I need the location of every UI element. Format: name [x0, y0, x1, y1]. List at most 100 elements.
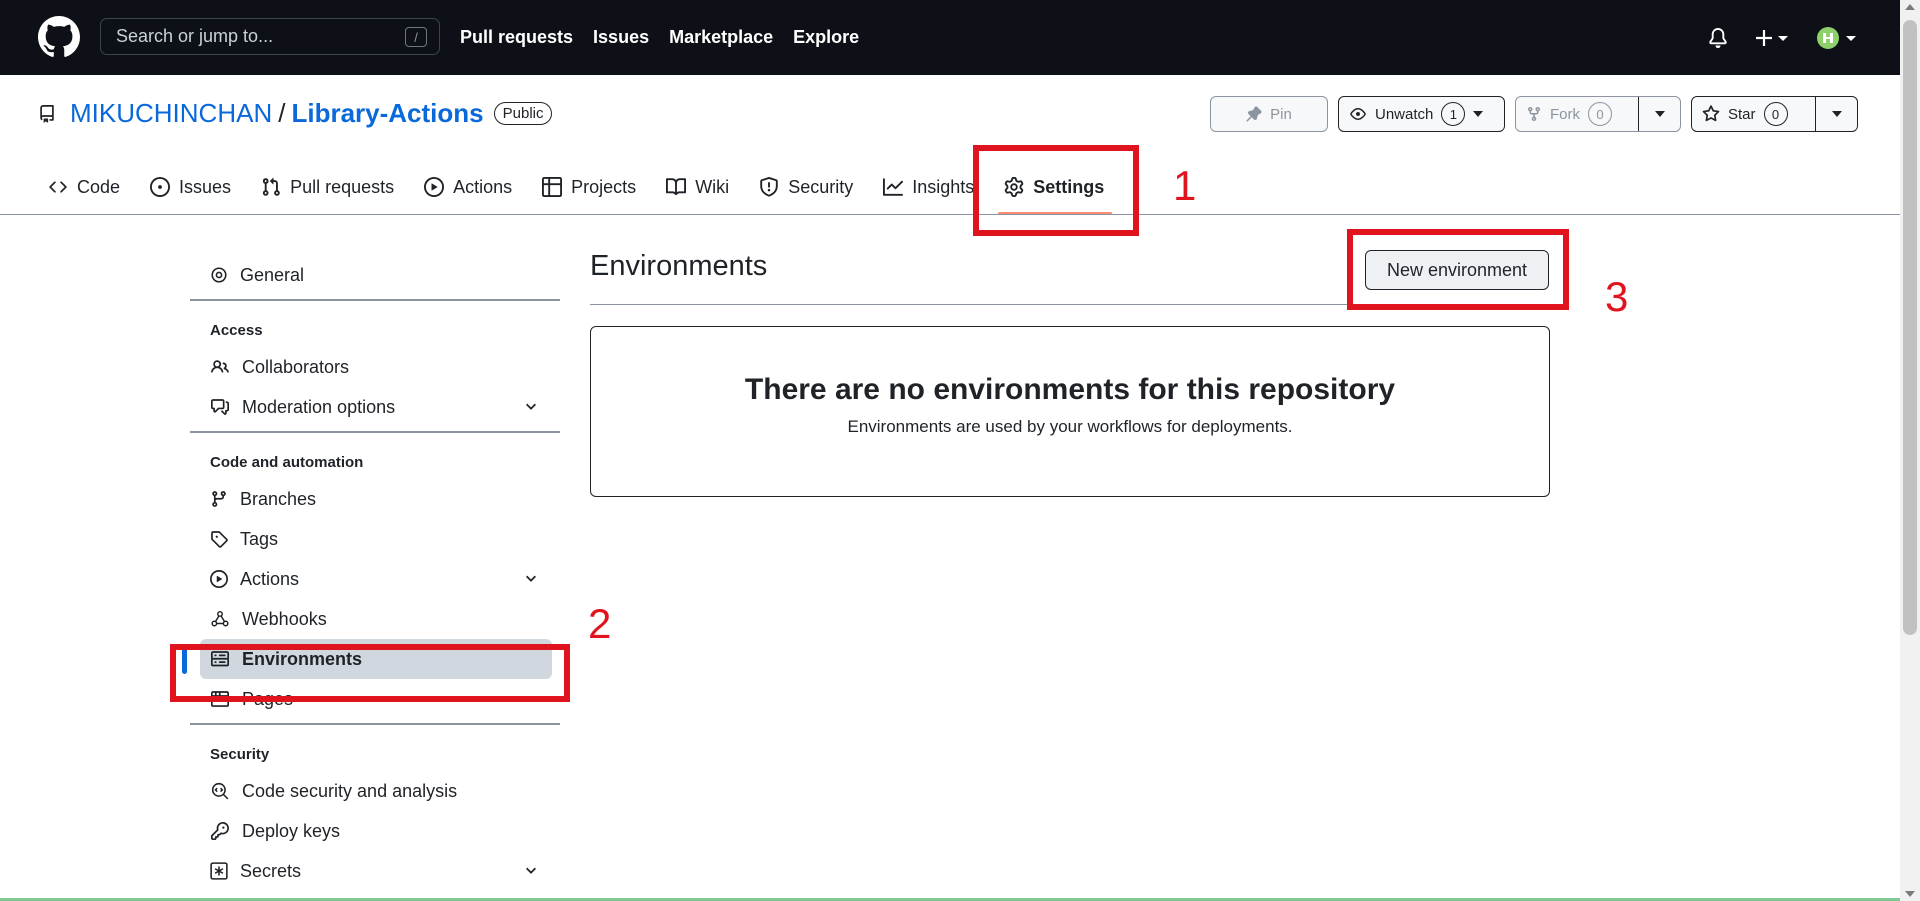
pin-label: Pin: [1270, 105, 1292, 123]
unwatch-button[interactable]: Unwatch 1: [1339, 97, 1504, 131]
sidebar-item-general[interactable]: General: [190, 255, 560, 295]
chevron-down-icon: [526, 403, 536, 410]
tab-code[interactable]: Code: [48, 162, 120, 212]
table-icon: [542, 177, 563, 197]
sidebar-item-tags[interactable]: Tags: [190, 519, 560, 559]
tab-security-label: Security: [788, 176, 854, 197]
page-title: Environments: [590, 250, 768, 282]
code-icon: [49, 181, 67, 193]
empty-state: There are no environments for this repos…: [590, 326, 1550, 497]
star-button-group: Star 0: [1691, 96, 1858, 132]
key-icon: [211, 822, 229, 840]
scroll-down-arrow-icon[interactable]: [1905, 891, 1915, 897]
repo-name-link[interactable]: Library-Actions: [291, 98, 483, 129]
annotation-box-new-environment: [1347, 229, 1569, 310]
webhook-icon: [211, 610, 229, 627]
comment-discussion-icon: [211, 399, 229, 415]
nav-pull-requests[interactable]: Pull requests: [460, 27, 573, 48]
tab-pull-requests[interactable]: Pull requests: [261, 162, 394, 212]
sidebar-divider: [190, 299, 560, 301]
nav-issues[interactable]: Issues: [593, 27, 649, 48]
asterisk-icon: [210, 862, 228, 880]
fork-label: Fork: [1550, 105, 1580, 123]
sidebar-item-deploy-keys[interactable]: Deploy keys: [190, 811, 560, 851]
sidebar-heading-code-automation: Code and automation: [210, 453, 364, 471]
watch-button-group: Unwatch 1: [1338, 96, 1505, 132]
play-icon: [210, 570, 228, 588]
tab-code-label: Code: [77, 176, 121, 197]
repo-nav: Code Issues Pull requests Actions Projec…: [48, 162, 1113, 215]
sidebar-item-label: General: [240, 264, 305, 285]
avatar-dropdown-icon[interactable]: [1816, 25, 1858, 51]
annotation-box-settings: [973, 145, 1139, 236]
chevron-down-icon: [1654, 111, 1665, 117]
repo-owner-link[interactable]: MIKUCHINCHAN: [70, 98, 272, 129]
empty-state-title: There are no environments for this repos…: [744, 373, 1396, 406]
repo-title: MIKUCHINCHAN / Library-Actions Public: [38, 98, 553, 129]
star-label: Star: [1728, 105, 1756, 123]
git-branch-icon: [212, 491, 226, 507]
tab-actions[interactable]: Actions: [424, 162, 512, 212]
tag-icon: [211, 531, 228, 548]
sidebar-item-label: Deploy keys: [242, 820, 341, 841]
issue-opened-icon: [150, 177, 171, 197]
pin-button[interactable]: Pin: [1210, 96, 1328, 132]
sidebar-item-branches[interactable]: Branches: [190, 479, 560, 519]
search-shortcut-key: /: [405, 27, 427, 47]
star-dropdown-button[interactable]: [1815, 97, 1857, 131]
repo-icon: [40, 104, 54, 123]
fork-button-group: Fork 0: [1515, 96, 1681, 132]
tab-security[interactable]: Security: [759, 162, 853, 212]
tab-wiki-label: Wiki: [695, 176, 730, 197]
annotation-number-2: 2: [588, 600, 612, 647]
nav-marketplace[interactable]: Marketplace: [669, 27, 773, 48]
sidebar-item-code-security[interactable]: Code security and analysis: [190, 771, 560, 811]
empty-state-description: Environments are used by your workflows …: [847, 417, 1293, 436]
tab-issues-label: Issues: [179, 176, 232, 197]
sidebar-item-webhooks[interactable]: Webhooks: [190, 599, 560, 639]
scroll-up-arrow-icon[interactable]: [1905, 4, 1915, 10]
fork-count: 0: [1588, 102, 1612, 126]
tab-wiki[interactable]: Wiki: [666, 162, 729, 212]
watch-count: 1: [1441, 102, 1466, 126]
chevron-down-icon: [1831, 111, 1842, 117]
nav-explore[interactable]: Explore: [793, 27, 859, 48]
bell-icon[interactable]: [1708, 27, 1728, 49]
sidebar-item-label: Collaborators: [242, 356, 350, 377]
eye-icon: [1350, 108, 1366, 120]
sidebar-item-actions[interactable]: Actions: [190, 559, 560, 599]
fork-dropdown-button[interactable]: [1638, 97, 1680, 131]
nav-divider: [0, 214, 1900, 215]
tab-projects[interactable]: Projects: [542, 162, 636, 212]
plus-dropdown-icon[interactable]: [1754, 27, 1790, 49]
sidebar-item-moderation[interactable]: Moderation options: [190, 387, 560, 427]
sidebar-item-label: Secrets: [240, 860, 302, 881]
github-logo-icon[interactable]: [38, 16, 80, 58]
visibility-badge: Public: [493, 102, 553, 125]
fork-button[interactable]: Fork 0: [1516, 97, 1630, 131]
star-button[interactable]: Star 0: [1692, 97, 1807, 131]
tab-issues[interactable]: Issues: [150, 162, 231, 212]
search-input[interactable]: Search or jump to... /: [100, 18, 440, 55]
tab-insights[interactable]: Insights: [883, 162, 974, 212]
sidebar-item-label: Branches: [240, 488, 317, 509]
sidebar-divider: [190, 723, 560, 725]
codescan-icon: [211, 782, 229, 800]
repo-actions: Pin Unwatch 1 Fork 0 Star 0: [1210, 96, 1858, 132]
annotation-box-environments: [170, 644, 570, 702]
sidebar-item-collaborators[interactable]: Collaborators: [190, 347, 560, 387]
global-nav: Pull requests Issues Marketplace Explore: [460, 0, 859, 75]
sidebar-item-label: Tags: [240, 528, 279, 549]
scrollbar-thumb[interactable]: [1903, 20, 1917, 635]
star-icon: [1702, 105, 1720, 122]
gear-icon: [211, 267, 227, 283]
fork-icon: [1528, 107, 1540, 122]
shield-icon: [760, 177, 778, 197]
sidebar-item-label: Actions: [240, 568, 300, 589]
tab-pull-requests-label: Pull requests: [290, 176, 395, 197]
unwatch-label: Unwatch: [1375, 105, 1434, 123]
star-count: 0: [1763, 102, 1788, 126]
page-scrollbar[interactable]: [1900, 0, 1920, 901]
search-placeholder: Search or jump to...: [116, 26, 274, 46]
sidebar-item-secrets[interactable]: Secrets: [190, 851, 560, 891]
